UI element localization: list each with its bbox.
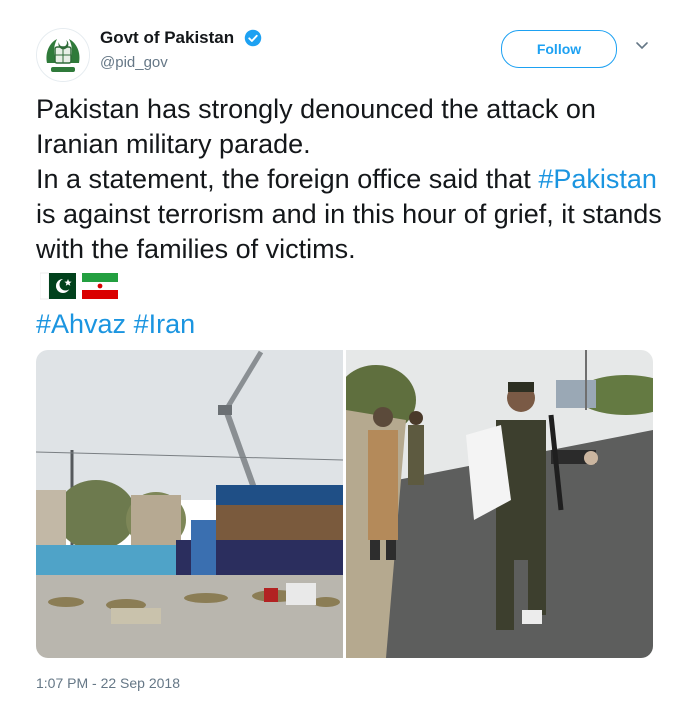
parade-photo-image [36,350,343,658]
chevron-down-icon[interactable] [634,38,650,54]
tweet-timestamp[interactable]: 1:07 PM - 22 Sep 2018 [36,675,180,691]
hashtag-ahvaz-link[interactable]: #Ahvaz [36,309,126,339]
tweet-text: Pakistan has strongly denounced the atta… [36,92,666,267]
soldier-photo-image [346,350,653,658]
follow-button[interactable]: Follow [501,30,617,68]
soldier-carrying-child-photo[interactable] [346,350,653,658]
pakistan-emblem-icon [37,29,89,81]
handle[interactable]: @pid_gov [100,54,262,71]
tweet-header: Govt of Pakistan @pid_gov Follow [36,24,666,84]
tweet-paragraph-1: Pakistan has strongly denounced the atta… [36,94,596,159]
parade-attack-stands-photo[interactable] [36,350,343,658]
tweet-text-segment: In a statement, the foreign office said … [36,164,539,194]
verified-badge-icon [244,29,261,47]
iran-flag-emoji [82,273,118,299]
tweet-text-segment: is against terrorism and in this hour of… [36,199,662,264]
tweet-paragraph-2: In a statement, the foreign office said … [36,162,666,267]
flag-emojis [39,272,120,300]
hashtag-row: #Ahvaz #Iran [36,307,195,342]
pakistan-flag-emoji [39,272,76,300]
display-name[interactable]: Govt of Pakistan [100,28,234,48]
flag-row [39,272,118,300]
hashtag-pakistan-link[interactable]: #Pakistan [538,164,657,194]
media-grid [36,350,653,658]
avatar[interactable] [36,28,90,82]
name-block: Govt of Pakistan @pid_gov [100,28,262,71]
hashtag-iran-link[interactable]: #Iran [134,309,196,339]
